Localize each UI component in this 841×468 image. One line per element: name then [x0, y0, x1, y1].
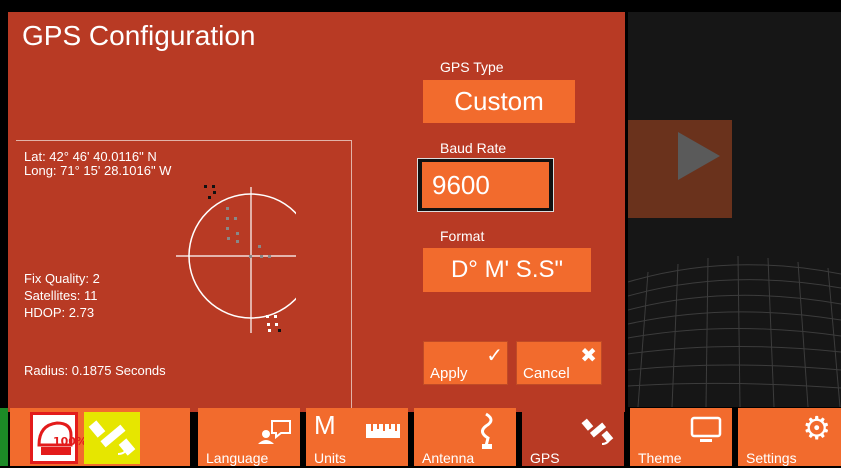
- hdop-text: HDOP: 2.73: [24, 305, 95, 320]
- cancel-button-label: Cancel: [523, 365, 570, 382]
- fix-point: [227, 237, 230, 240]
- gps-readout-box: Lat: 42° 46' 40.0116" N Long: 71° 15' 28…: [16, 140, 352, 413]
- fix-point: [268, 255, 271, 258]
- satellite-icon: [581, 418, 614, 445]
- toolbar-label-gps: GPS: [530, 450, 560, 466]
- toolbar-label-language: Language: [206, 450, 269, 466]
- fix-point: [249, 255, 252, 258]
- fix-point: [275, 323, 278, 326]
- apply-button-label: Apply: [430, 365, 468, 382]
- longitude-text: Long: 71° 15' 28.1016" W: [24, 163, 172, 178]
- fix-point: [208, 196, 211, 199]
- units-icon: [366, 424, 400, 438]
- device-status-icon: 100%: [30, 412, 87, 464]
- satellite-status-icon: [84, 412, 140, 464]
- fix-point: [226, 217, 229, 220]
- satellites-text: Satellites: 11: [24, 288, 98, 303]
- toolbar-label-antenna: Antenna: [422, 450, 475, 466]
- baud-rate-field[interactable]: 9600: [417, 158, 554, 212]
- baud-rate-value[interactable]: 9600: [422, 162, 549, 208]
- fix-point: [234, 217, 237, 220]
- status-button[interactable]: 100%: [10, 408, 190, 466]
- toolbar-gps[interactable]: GPS: [522, 408, 624, 466]
- check-icon: ✓: [486, 343, 503, 367]
- gps-configuration-panel: GPS Configuration Lat: 42° 46' 40.0116" …: [8, 12, 625, 413]
- latitude-text: Lat: 42° 46' 40.0116" N: [24, 149, 157, 164]
- toolbar-label-settings: Settings: [746, 450, 797, 466]
- fix-point: [260, 255, 263, 258]
- apply-button[interactable]: Apply ✓: [423, 341, 508, 385]
- fix-point: [226, 227, 229, 230]
- toolbar-theme[interactable]: Theme: [630, 408, 732, 466]
- fix-point: [266, 315, 269, 318]
- fix-point: [212, 185, 215, 188]
- fix-point: [258, 245, 261, 248]
- fix-point: [236, 232, 239, 235]
- toolbar-label-units: Units: [314, 450, 346, 466]
- units-glyph: M: [314, 410, 336, 440]
- fix-point: [226, 207, 229, 210]
- play-icon[interactable]: [678, 132, 720, 180]
- fix-point: [236, 240, 239, 243]
- close-icon: ✖: [580, 343, 597, 367]
- fix-point: [268, 329, 271, 332]
- fix-point: [204, 185, 207, 188]
- toolbar-label-theme: Theme: [638, 450, 682, 466]
- antenna-icon: [481, 412, 493, 449]
- cancel-button[interactable]: Cancel ✖: [516, 341, 602, 385]
- wireframe-grid: [628, 255, 841, 407]
- toolbar-language[interactable]: Language: [198, 408, 300, 466]
- toolbar-settings[interactable]: ⚙ Settings: [738, 408, 841, 466]
- language-icon: [258, 420, 291, 444]
- battery-percent: 100%: [53, 435, 87, 448]
- baud-rate-label: Baud Rate: [440, 140, 507, 156]
- radius-text: Radius: 0.1875 Seconds: [24, 363, 166, 378]
- format-label: Format: [440, 228, 485, 244]
- fix-point: [278, 329, 281, 332]
- gear-icon: ⚙: [802, 409, 831, 447]
- toolbar-antenna[interactable]: Antenna: [414, 408, 516, 466]
- fix-quality-text: Fix Quality: 2: [24, 271, 100, 286]
- gps-type-label: GPS Type: [440, 59, 504, 75]
- gps-scatter-plot: [176, 185, 296, 333]
- status-strip: [0, 408, 8, 466]
- panel-title: GPS Configuration: [22, 20, 256, 51]
- fix-point: [274, 315, 277, 318]
- gps-type-select[interactable]: Custom: [423, 80, 575, 123]
- fix-point: [267, 323, 270, 326]
- monitor-icon: [690, 416, 722, 442]
- fix-point: [213, 191, 216, 194]
- toolbar-units[interactable]: M Units: [306, 408, 408, 466]
- format-select[interactable]: D° M' S.S": [423, 248, 591, 292]
